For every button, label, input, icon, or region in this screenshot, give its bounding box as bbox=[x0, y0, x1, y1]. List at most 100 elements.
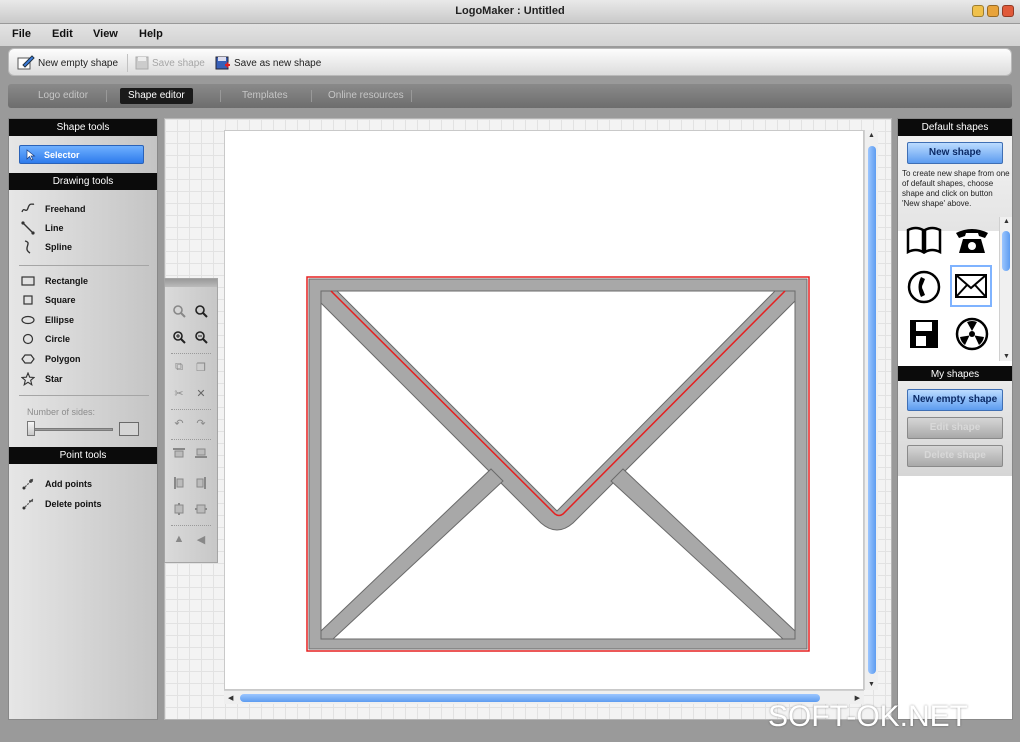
cut-icon[interactable]: ✂ bbox=[171, 385, 187, 401]
tab-separator bbox=[411, 90, 412, 102]
delete-points-icon bbox=[21, 497, 35, 511]
default-shapes-scrollbar[interactable]: ▲ ▼ bbox=[999, 217, 1012, 361]
tab-bar: Logo editor Shape editor Templates Onlin… bbox=[8, 84, 1012, 108]
zoom-icon[interactable] bbox=[193, 303, 209, 319]
rectangle-icon bbox=[21, 274, 35, 288]
number-of-sides-field[interactable] bbox=[119, 422, 139, 436]
circle-tool[interactable]: Circle bbox=[21, 332, 70, 346]
delete-points-tool[interactable]: Delete points bbox=[21, 497, 102, 511]
divider bbox=[19, 395, 149, 396]
rectangle-label: Rectangle bbox=[45, 276, 89, 286]
spline-tool[interactable]: Spline bbox=[21, 240, 72, 254]
freehand-label: Freehand bbox=[45, 204, 86, 214]
align-top-icon[interactable] bbox=[171, 445, 187, 461]
telephone-icon[interactable] bbox=[951, 219, 993, 261]
tab-online-resources[interactable]: Online resources bbox=[320, 88, 412, 104]
square-icon bbox=[21, 293, 35, 307]
menu-file[interactable]: File bbox=[12, 28, 31, 40]
align-center-horizontal-icon[interactable] bbox=[193, 501, 209, 517]
toolbar-separator bbox=[127, 54, 128, 72]
shapes-scroll-thumb[interactable] bbox=[1002, 231, 1010, 271]
tab-logo-editor[interactable]: Logo editor bbox=[30, 88, 96, 104]
scroll-up-icon[interactable]: ▲ bbox=[1003, 218, 1010, 225]
undo-icon[interactable]: ↶ bbox=[171, 415, 187, 431]
ellipse-icon bbox=[21, 313, 35, 327]
circle-label: Circle bbox=[45, 334, 71, 344]
maximize-button[interactable] bbox=[987, 5, 999, 17]
scroll-left-icon[interactable]: ◀ bbox=[228, 694, 233, 702]
minimize-button[interactable] bbox=[972, 5, 984, 17]
envelope-shape[interactable] bbox=[225, 131, 865, 691]
book-icon[interactable] bbox=[903, 219, 945, 261]
tab-shape-editor[interactable]: Shape editor bbox=[120, 88, 193, 104]
save-icon bbox=[135, 56, 149, 70]
zoom-fit-icon[interactable] bbox=[171, 303, 187, 319]
star-tool[interactable]: Star bbox=[21, 372, 63, 386]
align-bottom-icon[interactable] bbox=[193, 445, 209, 461]
square-tool[interactable]: Square bbox=[21, 293, 76, 307]
envelope-icon[interactable] bbox=[950, 265, 992, 307]
flip-vertical-icon[interactable]: ▲ bbox=[171, 531, 187, 547]
save-shape-button[interactable]: Save shape bbox=[135, 53, 205, 73]
phone-handset-icon[interactable] bbox=[903, 266, 945, 308]
selector-tool[interactable]: Selector bbox=[19, 145, 144, 164]
default-shapes-hint: To create new shape from one of default … bbox=[902, 169, 1010, 208]
redo-icon[interactable]: ↷ bbox=[193, 415, 209, 431]
freehand-tool[interactable]: Freehand bbox=[21, 202, 86, 216]
line-tool[interactable]: Line bbox=[21, 221, 64, 235]
new-empty-shape-button[interactable]: New empty shape bbox=[17, 53, 118, 73]
copy-icon[interactable]: ⧉ bbox=[171, 359, 187, 375]
new-shape-button[interactable]: New shape bbox=[907, 142, 1003, 164]
toolbar-grip bbox=[165, 279, 217, 287]
align-left-icon[interactable] bbox=[171, 475, 187, 491]
freehand-icon bbox=[21, 202, 35, 216]
left-tool-panel: Shape tools Selector Drawing tools Freeh… bbox=[8, 118, 158, 720]
floppy-disk-icon[interactable] bbox=[903, 313, 945, 355]
new-empty-shape-label: New empty shape bbox=[38, 57, 119, 69]
save-as-icon bbox=[215, 56, 230, 69]
rectangle-tool[interactable]: Rectangle bbox=[21, 274, 88, 288]
tab-separator bbox=[106, 90, 107, 102]
tab-separator bbox=[220, 90, 221, 102]
paste-icon[interactable]: ❐ bbox=[193, 359, 209, 375]
scroll-down-icon[interactable]: ▼ bbox=[1003, 353, 1010, 360]
menu-view[interactable]: View bbox=[93, 28, 118, 40]
save-as-new-shape-button[interactable]: Save as new shape bbox=[215, 53, 321, 73]
flip-horizontal-icon[interactable]: ◀ bbox=[193, 531, 209, 547]
scroll-down-icon[interactable]: ▼ bbox=[868, 681, 875, 688]
edit-shape-button[interactable]: Edit shape bbox=[907, 417, 1003, 439]
add-points-icon bbox=[21, 477, 35, 491]
default-shapes-header: Default shapes bbox=[898, 119, 1012, 136]
radiation-icon[interactable] bbox=[951, 313, 993, 355]
cursor-icon bbox=[26, 148, 36, 160]
horizontal-scroll-thumb[interactable] bbox=[240, 694, 820, 702]
delete-shape-button[interactable]: Delete shape bbox=[907, 445, 1003, 467]
align-center-vertical-icon[interactable] bbox=[171, 501, 187, 517]
polygon-tool[interactable]: Polygon bbox=[21, 352, 81, 366]
divider bbox=[19, 265, 149, 266]
zoom-in-icon[interactable] bbox=[171, 329, 187, 345]
align-right-icon[interactable] bbox=[193, 475, 209, 491]
tab-separator bbox=[311, 90, 312, 102]
shape-canvas[interactable] bbox=[224, 130, 864, 690]
new-empty-shape-panel-button[interactable]: New empty shape bbox=[907, 389, 1003, 411]
star-label: Star bbox=[45, 374, 63, 384]
zoom-out-icon[interactable] bbox=[193, 329, 209, 345]
menu-help[interactable]: Help bbox=[139, 28, 163, 40]
window-title: LogoMaker : Untitled bbox=[455, 5, 565, 17]
scroll-up-icon[interactable]: ▲ bbox=[868, 132, 875, 139]
slider-thumb[interactable] bbox=[27, 421, 35, 436]
menu-bar: File Edit View Help bbox=[0, 24, 1020, 46]
ellipse-tool[interactable]: Ellipse bbox=[21, 313, 74, 327]
vertical-scroll-thumb[interactable] bbox=[868, 146, 876, 674]
menu-edit[interactable]: Edit bbox=[52, 28, 73, 40]
number-of-sides-slider[interactable] bbox=[27, 428, 113, 431]
delete-icon[interactable]: ✕ bbox=[193, 385, 209, 401]
canvas-vertical-scrollbar[interactable]: ▲ ▼ bbox=[864, 130, 878, 690]
add-points-tool[interactable]: Add points bbox=[21, 477, 92, 491]
polygon-icon bbox=[21, 352, 35, 366]
close-button[interactable] bbox=[1002, 5, 1014, 17]
toolbar-separator bbox=[171, 525, 211, 526]
tab-templates[interactable]: Templates bbox=[234, 88, 296, 104]
title-bar: LogoMaker : Untitled bbox=[0, 0, 1020, 24]
